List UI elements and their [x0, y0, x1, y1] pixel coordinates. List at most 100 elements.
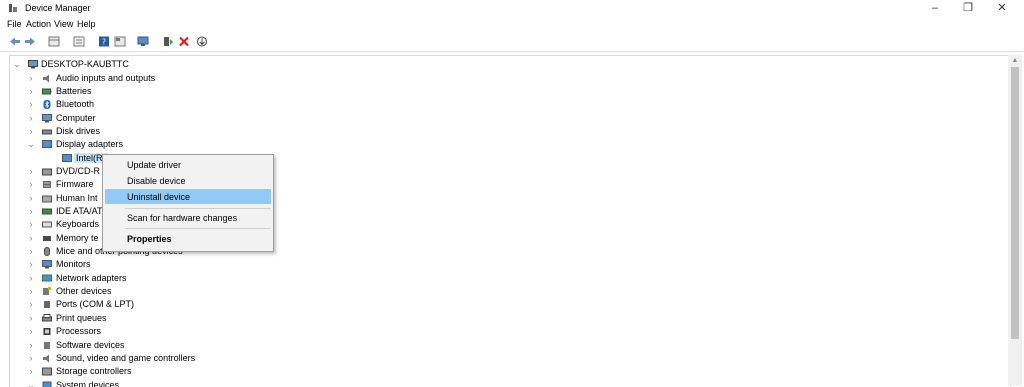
chevron-right-icon[interactable]: ›: [27, 233, 35, 243]
firmware-icon: [43, 181, 51, 189]
properties-grid-icon[interactable]: [48, 36, 60, 47]
tree-item-label: Sound, video and game controllers: [56, 352, 196, 363]
chevron-right-icon[interactable]: ›: [27, 193, 35, 203]
chevron-right-icon[interactable]: ›: [27, 246, 35, 256]
computer-icon: [28, 60, 38, 69]
chevron-right-icon[interactable]: ›: [27, 86, 35, 96]
menu-help[interactable]: Help: [77, 19, 96, 29]
menu-view[interactable]: View: [54, 19, 73, 29]
chevron-right-icon[interactable]: ›: [27, 326, 35, 336]
chevron-right-icon[interactable]: ›: [27, 113, 35, 123]
menu-separator: [125, 208, 271, 209]
tree-item-label: Bluetooth: [56, 99, 95, 110]
tree-category-item[interactable]: › Computer: [10, 112, 1000, 125]
chevron-right-icon[interactable]: ›: [27, 126, 35, 136]
tree-item-label: Network adapters: [56, 272, 127, 283]
port-icon: [44, 301, 50, 309]
tree-item-label: Disk drives: [56, 125, 101, 136]
ide-icon: [42, 208, 52, 215]
chevron-right-icon[interactable]: ›: [27, 166, 35, 176]
tree-category-item[interactable]: › Sound, video and game controllers: [10, 352, 1000, 365]
tree-category-item[interactable]: ⌄ Display adapters: [10, 138, 1000, 151]
scroll-up-icon[interactable]: ▲: [1008, 55, 1022, 67]
tree-category-item[interactable]: › Audio inputs and outputs: [10, 72, 1000, 85]
other-device-icon: [43, 287, 51, 296]
dvd-icon: [42, 168, 52, 176]
tree-category-item[interactable]: › Network adapters: [10, 272, 1000, 285]
close-button[interactable]: ✕: [987, 1, 1017, 15]
chevron-right-icon[interactable]: ›: [27, 219, 35, 229]
tree-item-label: Computer: [56, 112, 96, 123]
menu-item-scan-hardware[interactable]: Scan for hardware changes: [105, 210, 271, 225]
tree-item-label: IDE ATA/AT: [56, 206, 103, 216]
tree-category-item[interactable]: › Software devices: [10, 339, 1000, 352]
chevron-down-icon[interactable]: ⌄: [27, 139, 35, 149]
chevron-right-icon[interactable]: ›: [27, 366, 35, 376]
system-icon: [42, 381, 52, 387]
forward-arrow-icon[interactable]: [24, 36, 36, 47]
minimize-button[interactable]: –: [920, 1, 950, 15]
back-arrow-icon[interactable]: [9, 36, 21, 47]
tree-category-item[interactable]: › Batteries: [10, 85, 1000, 98]
tree-category-item[interactable]: › Other devices: [10, 285, 1000, 298]
monitor-icon[interactable]: [137, 36, 149, 47]
tree-item-label: Keyboards: [56, 219, 100, 230]
update-driver-icon[interactable]: [196, 36, 208, 47]
tree-item-label: Ports (COM & LPT): [56, 299, 135, 310]
tree-category-item[interactable]: › Ports (COM & LPT): [10, 298, 1000, 311]
chevron-right-icon[interactable]: ›: [27, 259, 35, 269]
scrollbar-thumb[interactable]: [1011, 67, 1019, 339]
restore-button[interactable]: ❐: [953, 1, 983, 15]
keyboard-icon: [42, 221, 52, 228]
chevron-right-icon[interactable]: ›: [27, 206, 35, 216]
menu-file[interactable]: File: [7, 19, 22, 29]
chevron-right-icon[interactable]: ›: [27, 340, 35, 350]
context-menu: Update driver Disable device Uninstall d…: [102, 154, 274, 252]
tree-category-item[interactable]: › Print queues: [10, 312, 1000, 325]
tree-item-label: Software devices: [56, 339, 125, 350]
menu-item-uninstall-device[interactable]: Uninstall device: [105, 189, 271, 204]
menu-item-properties[interactable]: Properties: [105, 231, 271, 246]
display-adapter-icon: [62, 153, 72, 162]
tree-category-item[interactable]: › Disk drives: [10, 125, 1000, 138]
chevron-down-icon[interactable]: ⌄: [13, 59, 21, 69]
vertical-scrollbar[interactable]: ▲: [1008, 55, 1022, 386]
title-bar: Device Manager – ❐ ✕: [0, 0, 1024, 17]
display-adapter-icon: [42, 140, 52, 149]
computer-icon: [42, 113, 52, 123]
uninstall-x-icon[interactable]: [178, 36, 190, 47]
tree-category-item[interactable]: › Monitors: [10, 258, 1000, 271]
list-icon[interactable]: [73, 36, 85, 47]
tree-category-item[interactable]: › Bluetooth: [10, 98, 1000, 111]
chevron-right-icon[interactable]: ›: [27, 299, 35, 309]
tree-root[interactable]: ⌄ DESKTOP-KAUBTTC: [10, 58, 1000, 71]
svg-text:?: ?: [102, 38, 106, 47]
storage-icon: [42, 367, 52, 376]
chevron-right-icon[interactable]: ›: [27, 313, 35, 323]
tree-item-label: DVD/CD-R: [56, 165, 100, 176]
chevron-right-icon[interactable]: ›: [27, 99, 35, 109]
tree-item-label: Display adapters: [56, 139, 124, 150]
tree-category-item[interactable]: › Storage controllers: [10, 365, 1000, 378]
chevron-right-icon[interactable]: ›: [27, 179, 35, 189]
menu-action[interactable]: Action: [26, 19, 51, 29]
chevron-right-icon[interactable]: ›: [27, 73, 35, 83]
tree-item-label: Processors: [56, 326, 102, 337]
help-icon[interactable]: ?: [98, 36, 110, 47]
tree-item-label: Print queues: [56, 312, 107, 323]
menu-separator: [125, 228, 271, 229]
chevron-right-icon[interactable]: ›: [27, 353, 35, 363]
tree-category-item[interactable]: › Processors: [10, 325, 1000, 338]
tree-item-label: Audio inputs and outputs: [56, 72, 156, 83]
add-driver-icon[interactable]: [162, 36, 174, 47]
speaker-icon: [43, 74, 49, 82]
hid-icon: [42, 195, 52, 203]
sound-icon: [43, 354, 49, 363]
view-icon[interactable]: [114, 36, 126, 47]
software-device-icon: [44, 341, 50, 349]
chevron-right-icon[interactable]: ›: [27, 286, 35, 296]
menu-item-disable-device[interactable]: Disable device: [105, 173, 271, 188]
menu-item-update-driver[interactable]: Update driver: [105, 157, 271, 172]
chevron-right-icon[interactable]: ›: [27, 273, 35, 283]
network-icon: [42, 274, 52, 282]
